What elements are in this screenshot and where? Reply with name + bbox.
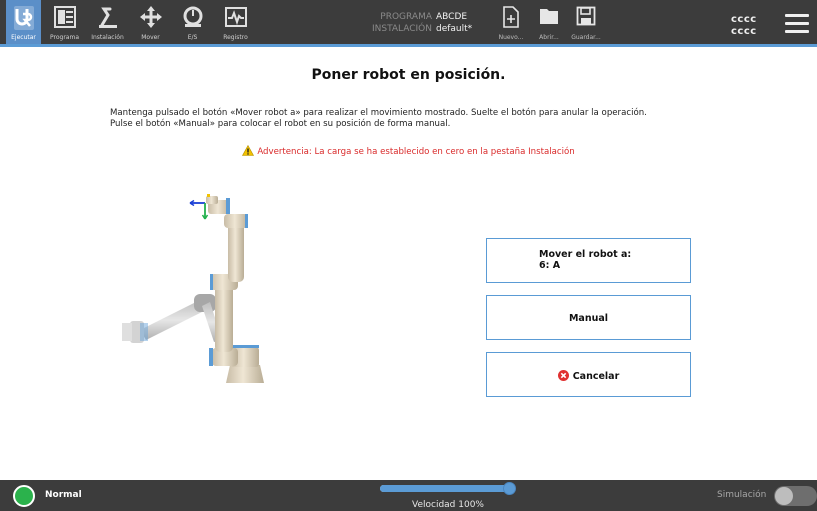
nav-run-label: Ejecutar	[11, 34, 36, 41]
robot-arm	[189, 194, 264, 383]
open-button-label: Abrir...	[539, 34, 559, 41]
robot-status-label: Normal	[45, 490, 82, 500]
nav-move[interactable]: Mover	[133, 0, 168, 44]
robot-preview	[122, 194, 264, 383]
installation-key: INSTALACIÓN	[371, 24, 432, 34]
user-line1: cccc	[731, 14, 757, 25]
top-bar-accent	[0, 44, 817, 47]
folder-icon	[540, 9, 558, 24]
cancel-button[interactable]: Cancelar	[486, 352, 691, 397]
speed-slider-handle[interactable]	[503, 482, 516, 495]
nav-log-label: Registro	[223, 34, 248, 41]
io-icon	[183, 6, 202, 27]
save-button[interactable]: Guardar...	[568, 6, 604, 44]
nav-move-label: Mover	[141, 34, 160, 41]
instruction-line-1: Mantenga pulsado el botón «Mover robot a…	[110, 108, 647, 118]
nav-log[interactable]: Registro	[218, 0, 253, 44]
move-robot-label: Mover el robot a: 6: A	[539, 249, 690, 271]
new-button-label: Nuevo...	[498, 34, 524, 41]
program-name: ABCDE	[436, 12, 468, 22]
manual-button-label: Manual	[568, 313, 609, 324]
simulation-label: Simulación	[717, 490, 767, 500]
instructions: Mantenga pulsado el botón «Mover robot a…	[110, 108, 647, 130]
move-icon	[139, 6, 162, 28]
nav-io-label: E/S	[187, 34, 198, 41]
program-key: PROGRAMA	[380, 12, 432, 22]
user-info[interactable]: cccc cccc	[731, 14, 757, 38]
simulation-toggle[interactable]	[774, 486, 817, 506]
new-file-icon	[503, 6, 519, 28]
nav-installation[interactable]: Instalación	[90, 0, 125, 44]
ur-logo-icon	[13, 6, 34, 30]
warning-icon	[242, 145, 255, 156]
simulation-toggle-knob	[775, 487, 793, 505]
instruction-line-2: Pulse el botón «Manual» para colocar el …	[110, 119, 451, 129]
nav-io[interactable]: E/S	[175, 0, 210, 44]
page-title: Poner robot en posición.	[311, 67, 506, 83]
move-robot-target: 6: A	[539, 260, 561, 271]
robot-ghost-arm	[122, 294, 222, 343]
robot-status-indicator[interactable]	[13, 485, 35, 507]
warning-text: Advertencia: La carga se ha establecido …	[257, 147, 575, 157]
installation-name: default*	[436, 24, 473, 34]
installation-icon	[98, 7, 117, 28]
speed-label: Velocidad 100%	[412, 500, 484, 510]
save-button-label: Guardar...	[571, 34, 601, 41]
move-robot-line-1: Mover el robot a:	[539, 249, 632, 260]
speed-slider[interactable]	[380, 485, 512, 492]
program-info: PROGRAMA ABCDE INSTALACIÓN default*	[370, 11, 472, 35]
move-robot-button[interactable]: Mover el robot a: 6: A	[486, 238, 691, 283]
hamburger-menu-icon[interactable]	[785, 12, 809, 34]
manual-button[interactable]: Manual	[486, 295, 691, 340]
cancel-button-content: Cancelar	[487, 370, 690, 382]
program-icon	[53, 6, 76, 28]
warning-message: Advertencia: La carga se ha establecido …	[0, 145, 817, 157]
nav-installation-label: Instalación	[91, 34, 124, 41]
nav-program[interactable]: Programa	[47, 0, 82, 44]
open-button[interactable]: Abrir...	[531, 6, 567, 44]
nav-run[interactable]: Ejecutar	[6, 0, 41, 44]
top-bar: Ejecutar Programa Instalación Mover E/S …	[0, 0, 817, 47]
cancel-icon	[557, 370, 569, 381]
save-icon	[576, 6, 596, 26]
cancel-button-label: Cancelar	[572, 371, 620, 382]
user-line2: cccc	[731, 26, 757, 37]
log-icon	[224, 7, 247, 27]
nav-program-label: Programa	[50, 34, 79, 41]
speed-slider-fill	[380, 485, 512, 492]
new-button[interactable]: Nuevo...	[493, 6, 529, 44]
